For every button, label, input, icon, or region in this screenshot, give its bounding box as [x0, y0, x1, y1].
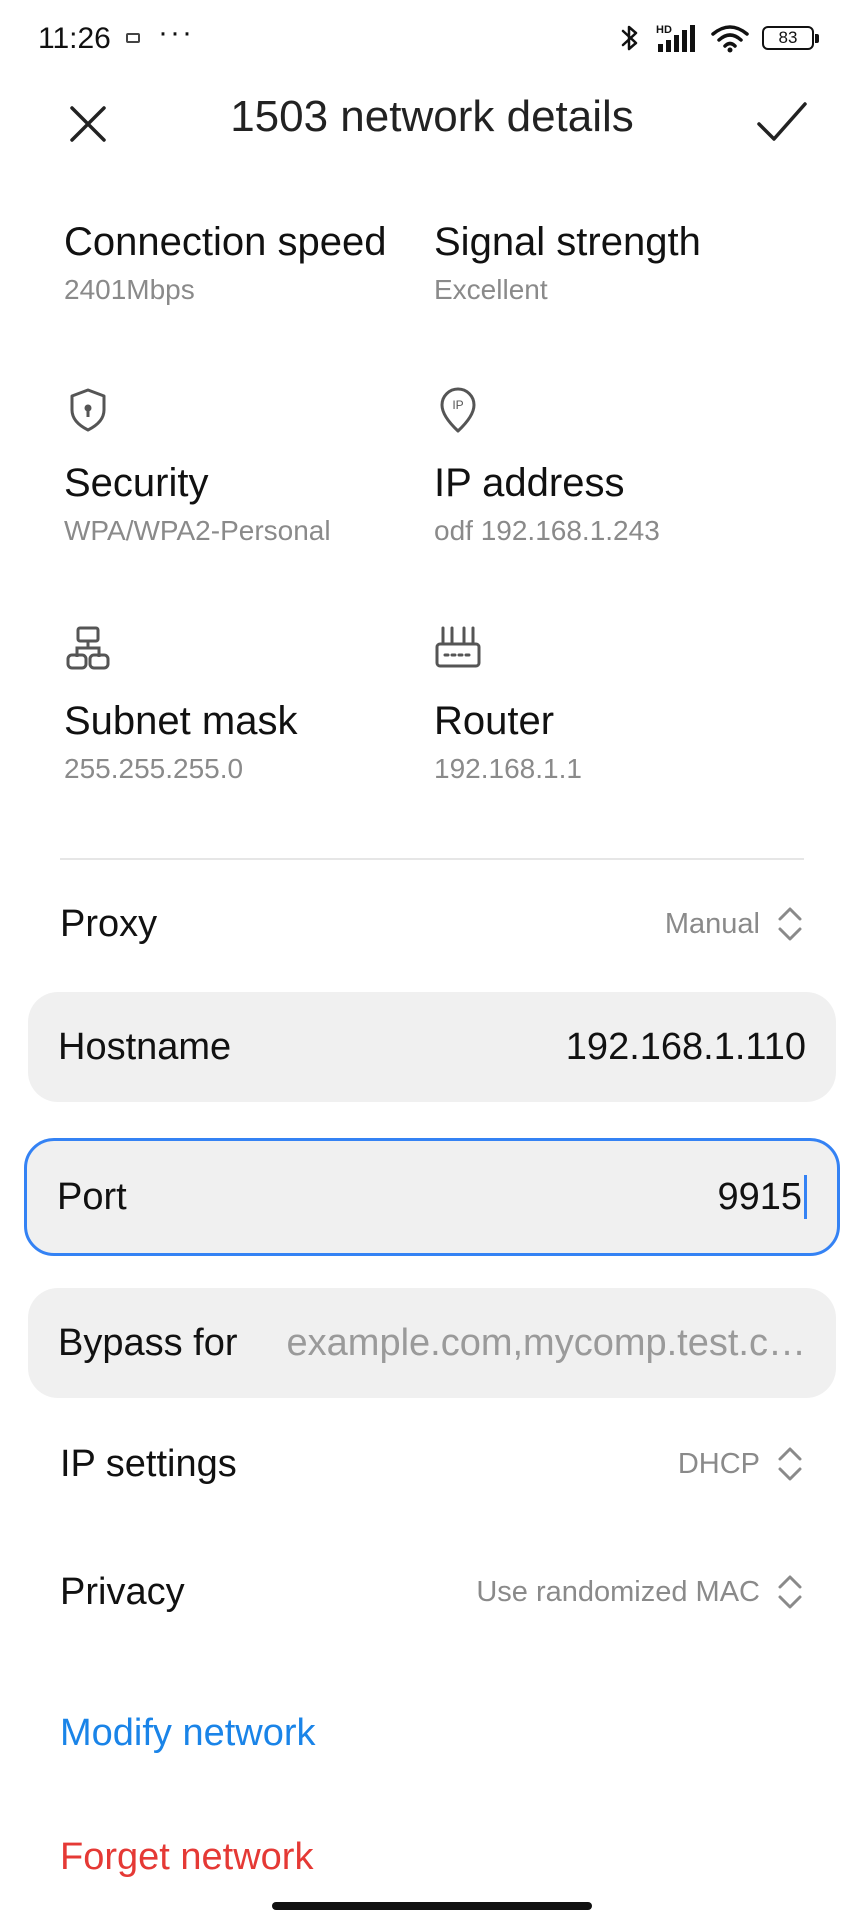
bypass-label: Bypass for — [58, 1321, 238, 1364]
router-icon — [435, 626, 481, 668]
bypass-field[interactable]: Bypass for — [28, 1288, 836, 1398]
hostname-label: Hostname — [58, 1025, 232, 1068]
subnet-mask-item: Subnet mask 255.255.255.0 — [64, 624, 414, 785]
hd-badge: HD — [656, 24, 672, 36]
ip-address-label: IP address — [434, 461, 625, 505]
ip-address-item: IP IP address odf 192.168.1.243 — [434, 386, 784, 547]
bypass-input[interactable] — [257, 1321, 806, 1365]
privacy-label: Privacy — [60, 1570, 185, 1613]
modify-network-link[interactable]: Modify network — [60, 1712, 316, 1755]
status-bar: 11:26 ··· HD 83 — [0, 0, 864, 80]
ip-address-value: odf 192.168.1.243 — [434, 515, 660, 546]
port-label: Port — [57, 1175, 127, 1218]
router-item: Router 192.168.1.1 — [434, 624, 784, 785]
proxy-row[interactable]: Proxy Manual — [60, 884, 804, 964]
forget-network-link[interactable]: Forget network — [60, 1836, 313, 1879]
connection-speed-value: 2401Mbps — [64, 274, 195, 305]
divider — [60, 858, 804, 860]
signal-strength-item: Signal strength Excellent — [434, 216, 784, 306]
signal-strength-label: Signal strength — [434, 220, 701, 264]
router-value: 192.168.1.1 — [434, 753, 582, 784]
privacy-row[interactable]: Privacy Use randomized MAC — [60, 1552, 804, 1632]
notification-icon — [126, 33, 140, 43]
status-icons: HD 83 — [618, 22, 819, 54]
confirm-button[interactable] — [752, 92, 812, 152]
cellular-signal-icon: HD — [656, 24, 695, 52]
signal-strength-value: Excellent — [434, 274, 548, 305]
router-label: Router — [434, 699, 555, 743]
ip-settings-row[interactable]: IP settings DHCP — [60, 1424, 804, 1504]
chevron-updown-icon — [778, 1447, 802, 1481]
battery-level: 83 — [778, 28, 798, 47]
ip-settings-value: DHCP — [677, 1447, 760, 1480]
hostname-field[interactable]: Hostname — [28, 992, 836, 1102]
bluetooth-icon — [621, 25, 638, 51]
wifi-icon — [711, 25, 749, 53]
connection-speed-item: Connection speed 2401Mbps — [64, 216, 414, 306]
security-value: WPA/WPA2-Personal — [64, 515, 331, 546]
proxy-label: Proxy — [60, 902, 158, 945]
hostname-input[interactable] — [251, 1025, 806, 1069]
port-input[interactable] — [146, 1175, 802, 1219]
shield-icon — [70, 388, 106, 432]
text-cursor — [804, 1175, 807, 1219]
checkmark-icon — [757, 102, 807, 141]
network-tree-icon — [66, 626, 110, 670]
privacy-value: Use randomized MAC — [476, 1575, 760, 1608]
port-field[interactable]: Port — [24, 1138, 840, 1256]
home-indicator[interactable] — [272, 1902, 592, 1910]
more-notifications-icon: ··· — [158, 16, 194, 49]
ip-icon-text: IP — [452, 398, 463, 412]
security-item: Security WPA/WPA2-Personal — [64, 386, 414, 547]
subnet-mask-value: 255.255.255.0 — [64, 753, 244, 784]
location-ip-icon: IP — [440, 387, 476, 433]
security-label: Security — [64, 461, 209, 505]
header: 1503 network details — [0, 80, 864, 190]
status-time: 11:26 — [38, 22, 111, 55]
chevron-updown-icon — [778, 907, 802, 941]
battery-icon: 83 — [762, 26, 819, 50]
subnet-mask-label: Subnet mask — [64, 699, 298, 743]
chevron-updown-icon — [778, 1575, 802, 1609]
page-title: 1503 network details — [230, 92, 634, 141]
connection-speed-label: Connection speed — [64, 220, 387, 264]
ip-settings-label: IP settings — [60, 1442, 237, 1485]
proxy-value: Manual — [664, 907, 760, 940]
